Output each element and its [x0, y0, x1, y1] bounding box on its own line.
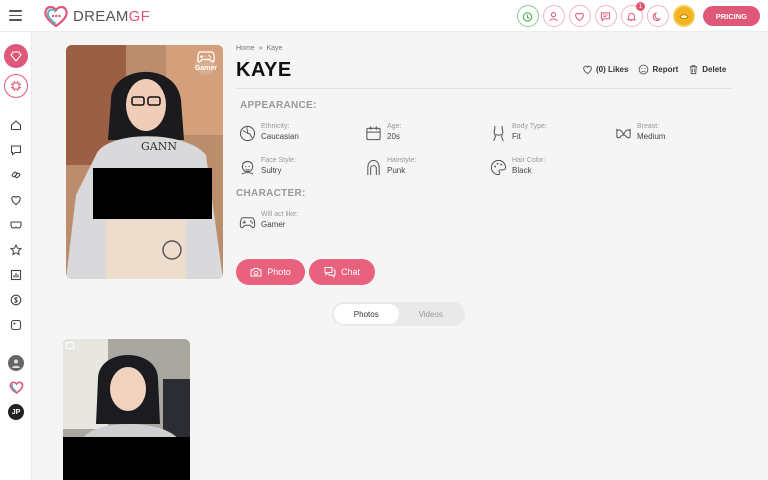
- profile-photo-illustration: GANN: [66, 45, 223, 279]
- censor-bar: [93, 168, 212, 219]
- heart-outline-icon: [583, 65, 592, 75]
- tab-videos[interactable]: Videos: [399, 304, 464, 324]
- brand-heart-icon[interactable]: [8, 379, 24, 395]
- gamer-tag: Gamer: [195, 50, 217, 72]
- media-tabs: Photos Videos: [332, 302, 465, 326]
- bra-icon: [616, 128, 631, 139]
- report-button[interactable]: Report: [638, 64, 678, 75]
- messages-icon[interactable]: [8, 142, 23, 157]
- trash-icon: [690, 65, 698, 75]
- delete-button[interactable]: Delete: [688, 64, 726, 75]
- profile-image[interactable]: GANN Gamer: [66, 45, 223, 279]
- bell-icon[interactable]: 1: [620, 2, 645, 27]
- camera-icon: [250, 268, 262, 277]
- attr-hairstyle: Hairstyle: Punk: [365, 157, 416, 176]
- avatar-icon[interactable]: [8, 355, 24, 371]
- attr-body-type: Body Type: Fit: [490, 123, 547, 142]
- gamepad-icon: [197, 51, 215, 63]
- gamepad-icon: [239, 217, 256, 229]
- hamburger-menu-icon[interactable]: [9, 10, 22, 21]
- attr-age: Age: 20s: [365, 123, 401, 142]
- tab-photos[interactable]: Photos: [334, 304, 399, 324]
- sidebar: JP: [0, 32, 32, 480]
- chat-button[interactable]: Chat: [309, 259, 375, 285]
- page-title: KAYE: [236, 59, 292, 81]
- mask-icon[interactable]: [8, 217, 23, 232]
- attr-face-style: Face Style: Sultry: [239, 157, 296, 176]
- breadcrumb-home[interactable]: Home: [236, 45, 255, 52]
- body-icon: [493, 125, 504, 142]
- heart-icon[interactable]: [568, 5, 591, 27]
- gallery-photo[interactable]: GAMIAG: [63, 339, 190, 480]
- moon-icon[interactable]: [646, 5, 669, 27]
- pricing-button[interactable]: PRICING: [702, 6, 760, 26]
- breadcrumb: Home » Kaye: [236, 45, 283, 52]
- chat-icon: [324, 267, 336, 278]
- stats-icon[interactable]: [8, 267, 23, 282]
- svg-text:GANN: GANN: [141, 140, 177, 153]
- user-icon[interactable]: [542, 5, 565, 27]
- face-icon: [241, 160, 254, 175]
- chip-icon[interactable]: [4, 74, 28, 98]
- link-icon[interactable]: [8, 167, 23, 182]
- gallery-icon[interactable]: [8, 317, 23, 332]
- divider: [236, 88, 732, 89]
- top-bar: DREAMGF 1 PRICING: [0, 0, 768, 32]
- logo-heart-icon: [44, 5, 68, 27]
- attr-ethnicity: Ethnicity: Caucasian: [239, 123, 299, 142]
- photo-corner-icon: [66, 342, 74, 349]
- attr-will-act-like: Will act like: Gamer: [239, 211, 298, 230]
- calendar-icon: [366, 126, 381, 141]
- censor-bar: [63, 437, 190, 480]
- likes-button[interactable]: (0) Likes: [582, 64, 628, 75]
- user-avatar[interactable]: JP: [8, 404, 24, 420]
- character-title: CHARACTER:: [236, 188, 306, 199]
- chat-icon[interactable]: [594, 5, 617, 27]
- home-icon[interactable]: [8, 117, 23, 132]
- sad-face-icon: [639, 64, 649, 75]
- hair-icon: [367, 159, 380, 176]
- palette-icon: [490, 159, 507, 176]
- timer-icon[interactable]: [516, 5, 539, 27]
- attr-breast: Breast: Medium: [615, 123, 665, 142]
- photo-button[interactable]: Photo: [236, 259, 305, 285]
- notification-badge: 1: [635, 2, 645, 11]
- star-icon[interactable]: [8, 242, 23, 257]
- dollar-icon[interactable]: [8, 292, 23, 307]
- attr-hair-color: Hair Color: Black: [490, 157, 545, 176]
- gem-icon[interactable]: [4, 44, 28, 68]
- logo-text: DREAMGF: [73, 7, 151, 25]
- appearance-title: APPEARANCE:: [240, 100, 317, 111]
- globe-icon: [239, 125, 256, 142]
- logo[interactable]: DREAMGF: [43, 5, 150, 27]
- favorites-icon[interactable]: [8, 192, 23, 207]
- coin-icon[interactable]: [672, 5, 695, 27]
- breadcrumb-current: Kaye: [266, 45, 283, 52]
